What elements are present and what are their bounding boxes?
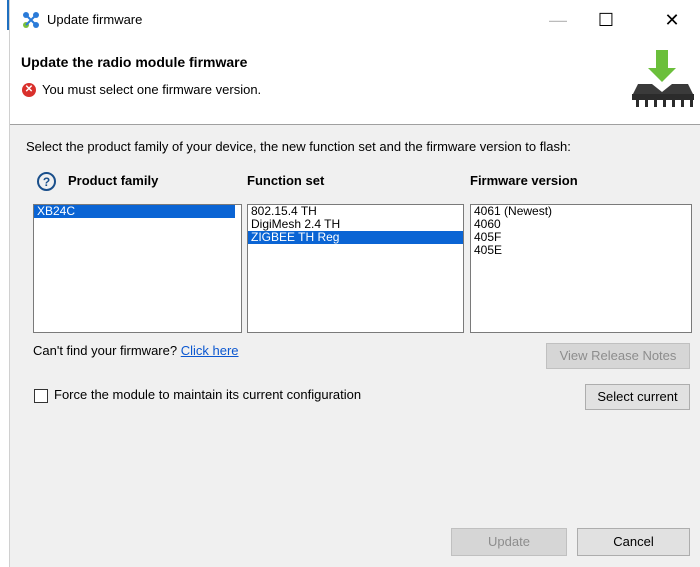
firmware-version-list[interactable]: 4061 (Newest) 4060 405F 405E: [470, 204, 692, 333]
force-config-checkbox[interactable]: [34, 389, 48, 403]
title-bar: Update firmware — ☐ ✕: [10, 0, 700, 40]
close-button[interactable]: ✕: [654, 8, 690, 32]
click-here-link[interactable]: Click here: [181, 343, 239, 358]
dialog-header: Update the radio module firmware ✕ You m…: [10, 40, 700, 125]
product-family-list[interactable]: XB24C: [33, 204, 242, 333]
dialog-body: Select the product family of your device…: [10, 125, 700, 567]
window-title: Update firmware: [47, 12, 143, 27]
error-message: You must select one firmware version.: [42, 82, 262, 97]
app-icon: [23, 12, 39, 28]
function-set-header: Function set: [247, 173, 325, 188]
firmware-version-item[interactable]: 405F: [471, 231, 691, 244]
cancel-button[interactable]: Cancel: [577, 528, 690, 556]
cant-find-firmware: Can't find your firmware? Click here: [33, 343, 239, 358]
firmware-chip-download-icon: [632, 50, 694, 107]
force-config-label[interactable]: Force the module to maintain its current…: [54, 387, 361, 402]
product-family-header: Product family: [68, 173, 159, 188]
product-family-item[interactable]: XB24C: [34, 205, 235, 218]
header-title: Update the radio module firmware: [21, 54, 248, 70]
select-current-button[interactable]: Select current: [585, 384, 690, 410]
view-release-notes-button[interactable]: View Release Notes: [546, 343, 690, 369]
firmware-version-item[interactable]: 4061 (Newest): [471, 205, 691, 218]
error-icon: ✕: [22, 83, 36, 97]
maximize-button[interactable]: ☐: [588, 8, 624, 32]
firmware-version-header: Firmware version: [470, 173, 578, 188]
instructions-text: Select the product family of your device…: [26, 139, 571, 154]
firmware-version-item[interactable]: 405E: [471, 244, 691, 257]
firmware-version-item[interactable]: 4060: [471, 218, 691, 231]
help-icon[interactable]: ?: [37, 172, 56, 191]
function-set-list[interactable]: 802.15.4 TH DigiMesh 2.4 TH ZIGBEE TH Re…: [247, 204, 464, 333]
minimize-button[interactable]: —: [540, 8, 576, 32]
window-left-edge: [0, 0, 10, 567]
window-accent: [7, 0, 9, 30]
cant-find-text: Can't find your firmware?: [33, 343, 178, 358]
update-button[interactable]: Update: [451, 528, 567, 556]
function-set-item[interactable]: ZIGBEE TH Reg: [248, 231, 463, 244]
